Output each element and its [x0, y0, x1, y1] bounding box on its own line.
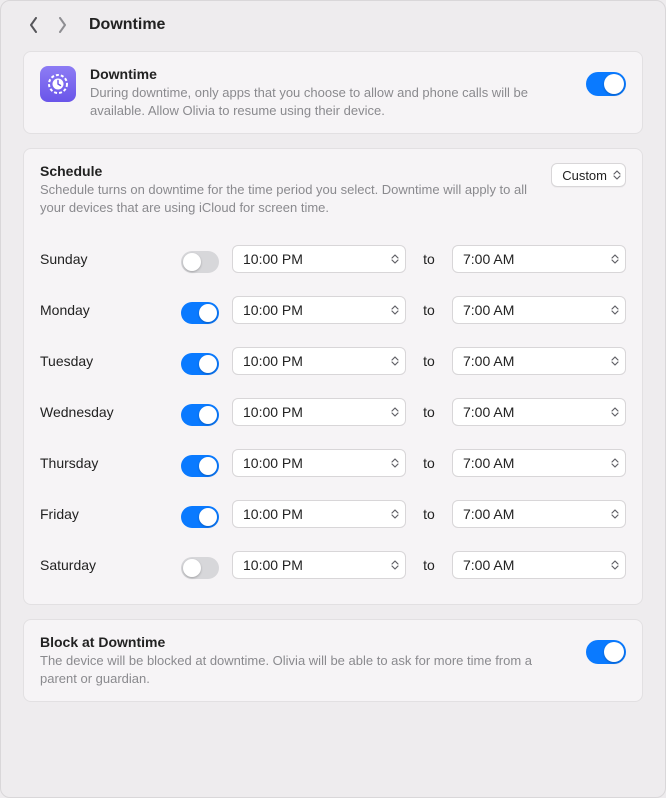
to-label: to [414, 404, 444, 420]
updown-icon [613, 170, 621, 180]
to-label: to [414, 455, 444, 471]
chevron-right-icon [57, 17, 67, 33]
start-time-value: 10:00 PM [243, 557, 303, 573]
day-label: Friday [40, 506, 168, 522]
start-time-value: 10:00 PM [243, 353, 303, 369]
updown-icon [611, 254, 619, 264]
updown-icon [391, 356, 399, 366]
updown-icon [391, 509, 399, 519]
end-time-stepper[interactable]: 7:00 AM [452, 551, 626, 579]
updown-icon [611, 407, 619, 417]
block-toggle[interactable] [586, 640, 626, 664]
downtime-description: During downtime, only apps that you choo… [90, 84, 572, 119]
end-time-stepper[interactable]: 7:00 AM [452, 449, 626, 477]
start-time-stepper[interactable]: 10:00 PM [232, 398, 406, 426]
schedule-title: Schedule [40, 163, 539, 179]
end-time-value: 7:00 AM [463, 557, 514, 573]
clock-gauge-icon [46, 72, 70, 96]
days-list: Sunday 10:00 PM to 7:00 AM Monday 10:00 PM to 7… [40, 234, 626, 590]
day-label: Monday [40, 302, 168, 318]
day-toggle[interactable] [181, 353, 219, 375]
end-time-value: 7:00 AM [463, 302, 514, 318]
updown-icon [611, 509, 619, 519]
end-time-stepper[interactable]: 7:00 AM [452, 296, 626, 324]
end-time-stepper[interactable]: 7:00 AM [452, 245, 626, 273]
day-row: Sunday 10:00 PM to 7:00 AM [40, 234, 626, 284]
start-time-stepper[interactable]: 10:00 PM [232, 347, 406, 375]
day-toggle[interactable] [181, 251, 219, 273]
day-toggle[interactable] [181, 404, 219, 426]
day-toggle[interactable] [181, 557, 219, 579]
end-time-stepper[interactable]: 7:00 AM [452, 347, 626, 375]
updown-icon [391, 305, 399, 315]
day-row: Tuesday 10:00 PM to 7:00 AM [40, 335, 626, 386]
downtime-toggle[interactable] [586, 72, 626, 96]
start-time-value: 10:00 PM [243, 506, 303, 522]
updown-icon [611, 305, 619, 315]
updown-icon [391, 458, 399, 468]
to-label: to [414, 353, 444, 369]
downtime-title: Downtime [90, 66, 572, 82]
to-label: to [414, 302, 444, 318]
day-label: Wednesday [40, 404, 168, 420]
start-time-stepper[interactable]: 10:00 PM [232, 296, 406, 324]
content-area: Downtime During downtime, only apps that… [1, 41, 665, 722]
to-label: to [414, 557, 444, 573]
titlebar: Downtime [1, 1, 665, 41]
updown-icon [611, 560, 619, 570]
start-time-value: 10:00 PM [243, 404, 303, 420]
end-time-value: 7:00 AM [463, 506, 514, 522]
start-time-value: 10:00 PM [243, 302, 303, 318]
downtime-icon [40, 66, 76, 102]
chevron-left-icon [29, 17, 39, 33]
day-label: Thursday [40, 455, 168, 471]
updown-icon [391, 560, 399, 570]
to-label: to [414, 506, 444, 522]
nav-back-button[interactable] [27, 15, 41, 35]
downtime-card: Downtime During downtime, only apps that… [23, 51, 643, 134]
day-row: Monday 10:00 PM to 7:00 AM [40, 284, 626, 335]
page-title: Downtime [89, 16, 165, 34]
schedule-card: Schedule Schedule turns on downtime for … [23, 148, 643, 605]
day-toggle[interactable] [181, 455, 219, 477]
start-time-stepper[interactable]: 10:00 PM [232, 449, 406, 477]
day-label: Sunday [40, 251, 168, 267]
day-label: Saturday [40, 557, 168, 573]
to-label: to [414, 251, 444, 267]
end-time-value: 7:00 AM [463, 455, 514, 471]
start-time-value: 10:00 PM [243, 455, 303, 471]
end-time-value: 7:00 AM [463, 404, 514, 420]
schedule-description: Schedule turns on downtime for the time … [40, 181, 539, 216]
block-title: Block at Downtime [40, 634, 572, 650]
end-time-stepper[interactable]: 7:00 AM [452, 398, 626, 426]
updown-icon [391, 254, 399, 264]
updown-icon [611, 458, 619, 468]
block-description: The device will be blocked at downtime. … [40, 652, 572, 687]
preferences-window: Downtime Downtime During downtime, only … [0, 0, 666, 798]
nav-forward-button[interactable] [55, 15, 69, 35]
start-time-stepper[interactable]: 10:00 PM [232, 245, 406, 273]
schedule-mode-select[interactable]: Custom [551, 163, 626, 187]
day-label: Tuesday [40, 353, 168, 369]
day-row: Saturday 10:00 PM to 7:00 AM [40, 539, 626, 590]
block-card: Block at Downtime The device will be blo… [23, 619, 643, 702]
schedule-mode-label: Custom [562, 168, 607, 183]
updown-icon [391, 407, 399, 417]
start-time-value: 10:00 PM [243, 251, 303, 267]
start-time-stepper[interactable]: 10:00 PM [232, 500, 406, 528]
end-time-value: 7:00 AM [463, 251, 514, 267]
start-time-stepper[interactable]: 10:00 PM [232, 551, 406, 579]
end-time-stepper[interactable]: 7:00 AM [452, 500, 626, 528]
end-time-value: 7:00 AM [463, 353, 514, 369]
day-toggle[interactable] [181, 302, 219, 324]
updown-icon [611, 356, 619, 366]
day-row: Thursday 10:00 PM to 7:00 AM [40, 437, 626, 488]
day-row: Friday 10:00 PM to 7:00 AM [40, 488, 626, 539]
day-toggle[interactable] [181, 506, 219, 528]
day-row: Wednesday 10:00 PM to 7:00 AM [40, 386, 626, 437]
